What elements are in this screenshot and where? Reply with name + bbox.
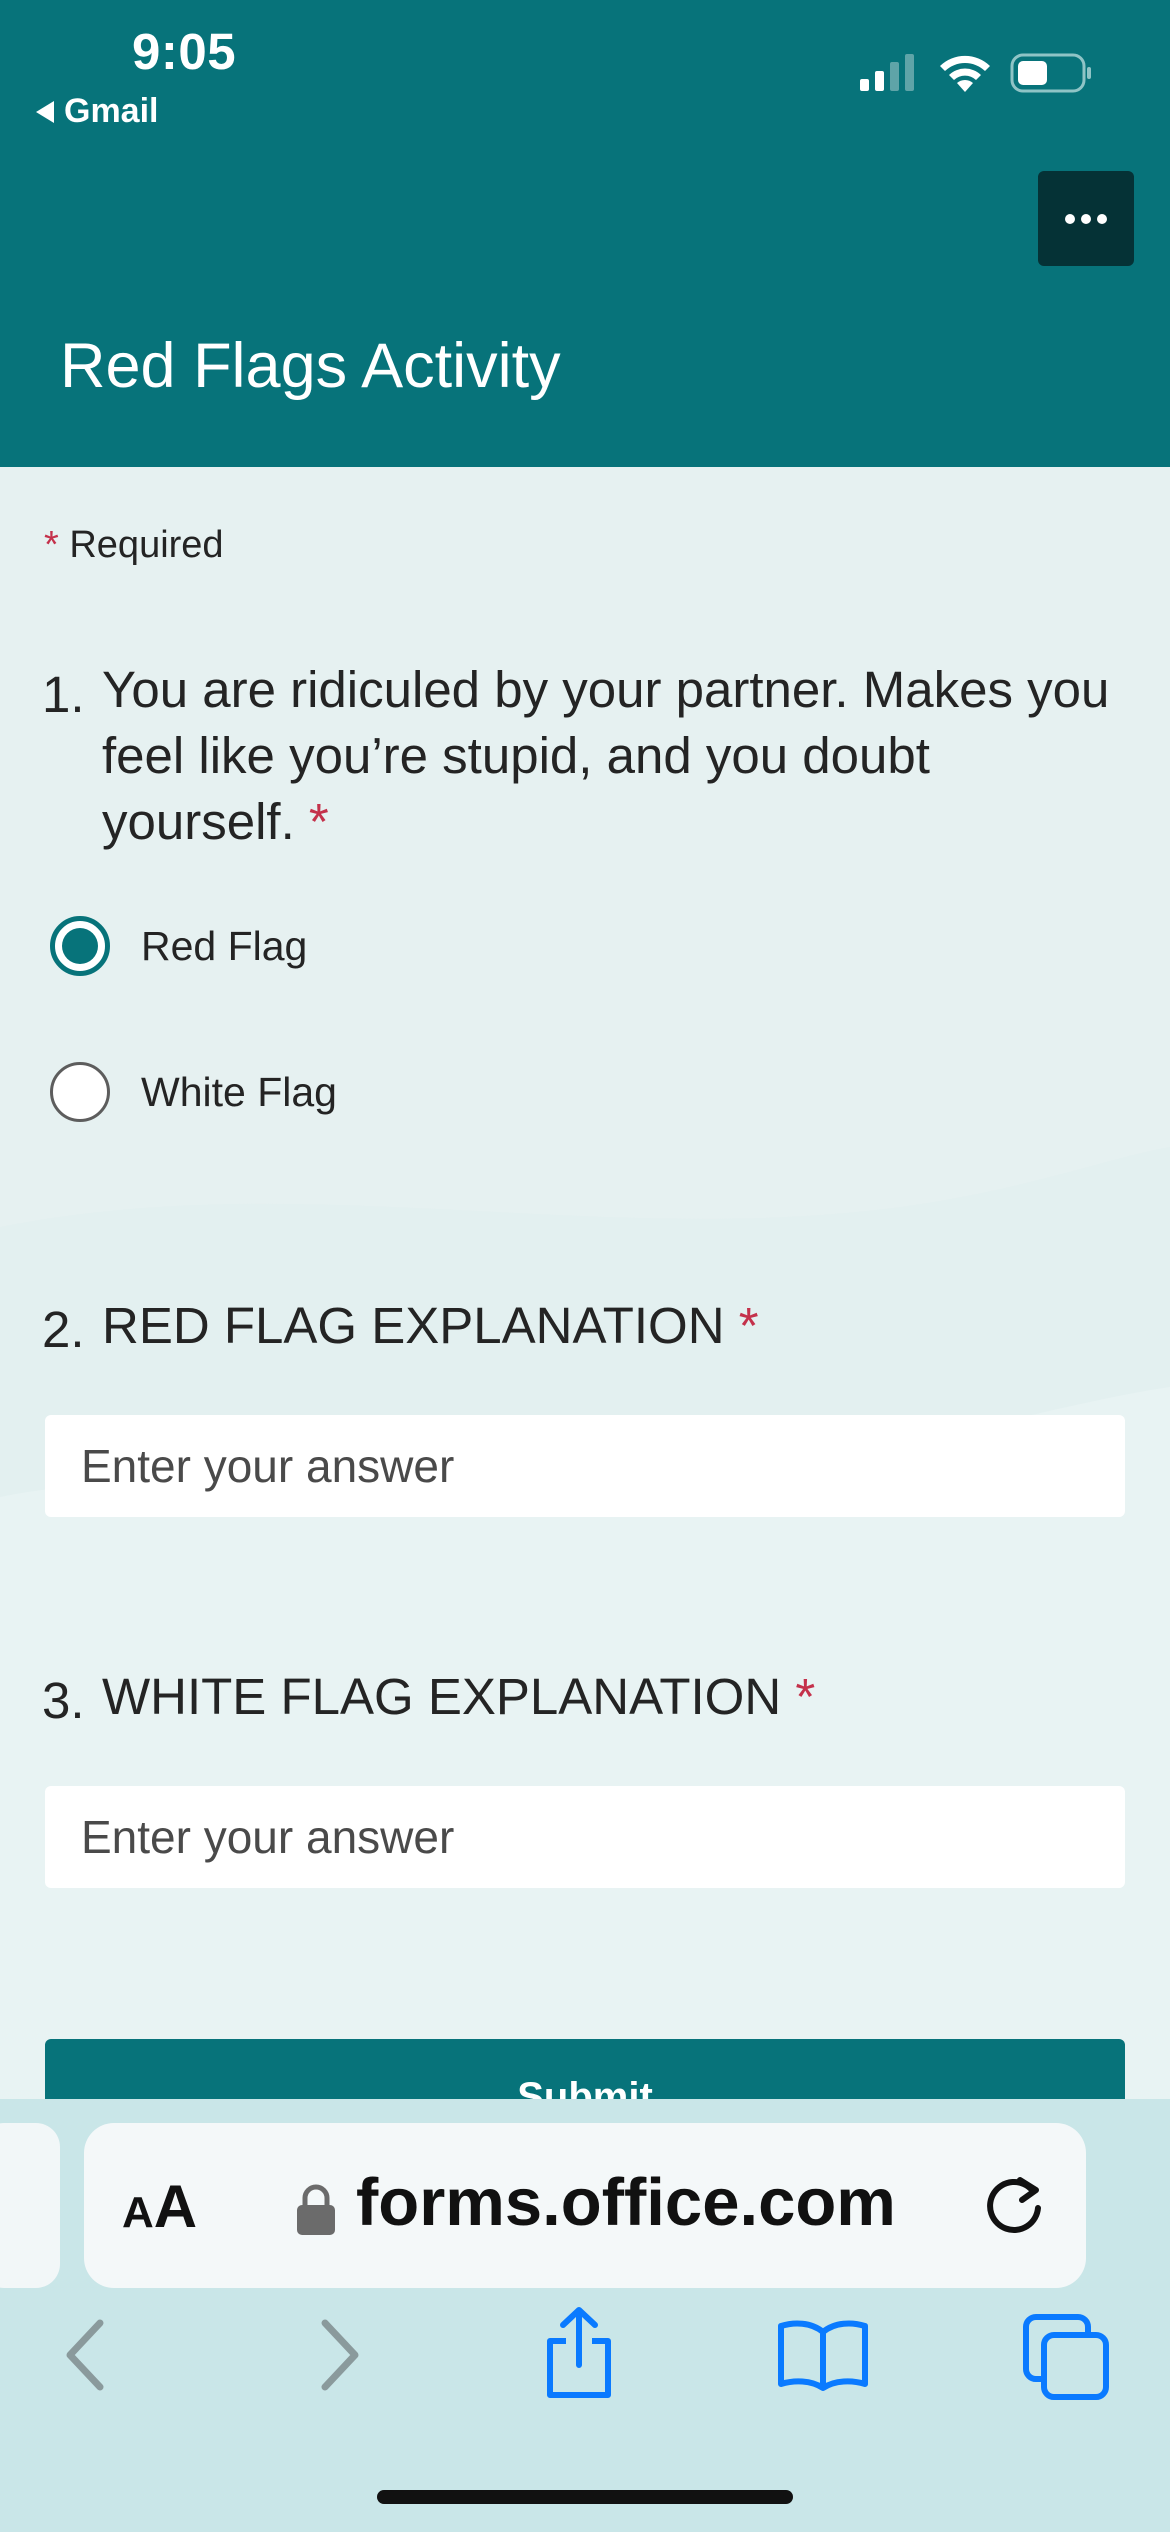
option-red-flag-label[interactable]: Red Flag <box>141 923 307 970</box>
required-note: * Required <box>44 524 224 567</box>
more-options-button[interactable] <box>1038 171 1134 266</box>
question-1-line-3-text: yourself. <box>102 793 295 850</box>
question-1-line-2: feel like you’re stupid, and you doubt <box>102 727 930 784</box>
required-star: * <box>738 1297 759 1354</box>
required-star: * <box>795 1668 816 1725</box>
battery-icon <box>1010 53 1091 93</box>
question-1-line-3: yourself. * <box>102 789 1109 855</box>
lock-icon <box>297 2184 335 2235</box>
back-arrow-icon[interactable] <box>60 2315 110 2395</box>
required-star: * <box>44 524 59 566</box>
previous-tab-preview[interactable] <box>0 2123 60 2288</box>
bookmarks-icon[interactable] <box>776 2318 870 2392</box>
question-1-number: 1. <box>42 666 85 723</box>
back-app-label: Gmail <box>64 92 159 130</box>
text-size-button[interactable]: AA <box>122 2172 197 2241</box>
required-star: * <box>308 793 329 850</box>
forward-arrow-icon[interactable] <box>315 2315 365 2395</box>
radio-white-flag[interactable] <box>50 1062 110 1122</box>
radio-red-flag[interactable] <box>50 916 110 976</box>
home-indicator <box>377 2490 793 2504</box>
signal-icon <box>860 54 914 91</box>
back-to-app-button[interactable]: Gmail <box>36 92 158 131</box>
question-1-text: You are ridiculed by your partner. Makes… <box>102 657 1109 855</box>
question-3-text: WHITE FLAG EXPLANATION * <box>102 1664 815 1730</box>
question-2-number: 2. <box>42 1301 85 1358</box>
red-flag-explanation-input[interactable]: Enter your answer <box>45 1415 1125 1517</box>
question-2-label: RED FLAG EXPLANATION <box>102 1297 725 1354</box>
more-icon <box>1065 213 1107 224</box>
wifi-icon <box>940 55 990 92</box>
question-2-text: RED FLAG EXPLANATION * <box>102 1293 759 1359</box>
status-time: 9:05 <box>132 23 237 80</box>
text-size-large-a: A <box>153 2173 198 2240</box>
share-icon[interactable] <box>540 2305 618 2401</box>
status-icons <box>858 52 1092 94</box>
question-3-label: WHITE FLAG EXPLANATION <box>102 1668 782 1725</box>
url-text[interactable]: forms.office.com <box>356 2164 896 2241</box>
text-size-small-a: A <box>122 2188 154 2237</box>
form-title: Red Flags Activity <box>60 331 561 401</box>
option-white-flag-label[interactable]: White Flag <box>141 1069 337 1116</box>
white-flag-explanation-input[interactable]: Enter your answer <box>45 1786 1125 1888</box>
back-triangle-icon <box>36 100 54 123</box>
question-1-line-1: You are ridiculed by your partner. Makes… <box>102 661 1110 718</box>
tabs-icon[interactable] <box>1022 2313 1112 2403</box>
reload-icon[interactable] <box>980 2170 1050 2240</box>
submit-button[interactable]: Submit <box>45 2039 1125 2100</box>
form-body: * Required 1. You are ridiculed by your … <box>0 467 1170 2100</box>
required-label: Required <box>69 524 224 566</box>
question-3-number: 3. <box>42 1672 85 1729</box>
